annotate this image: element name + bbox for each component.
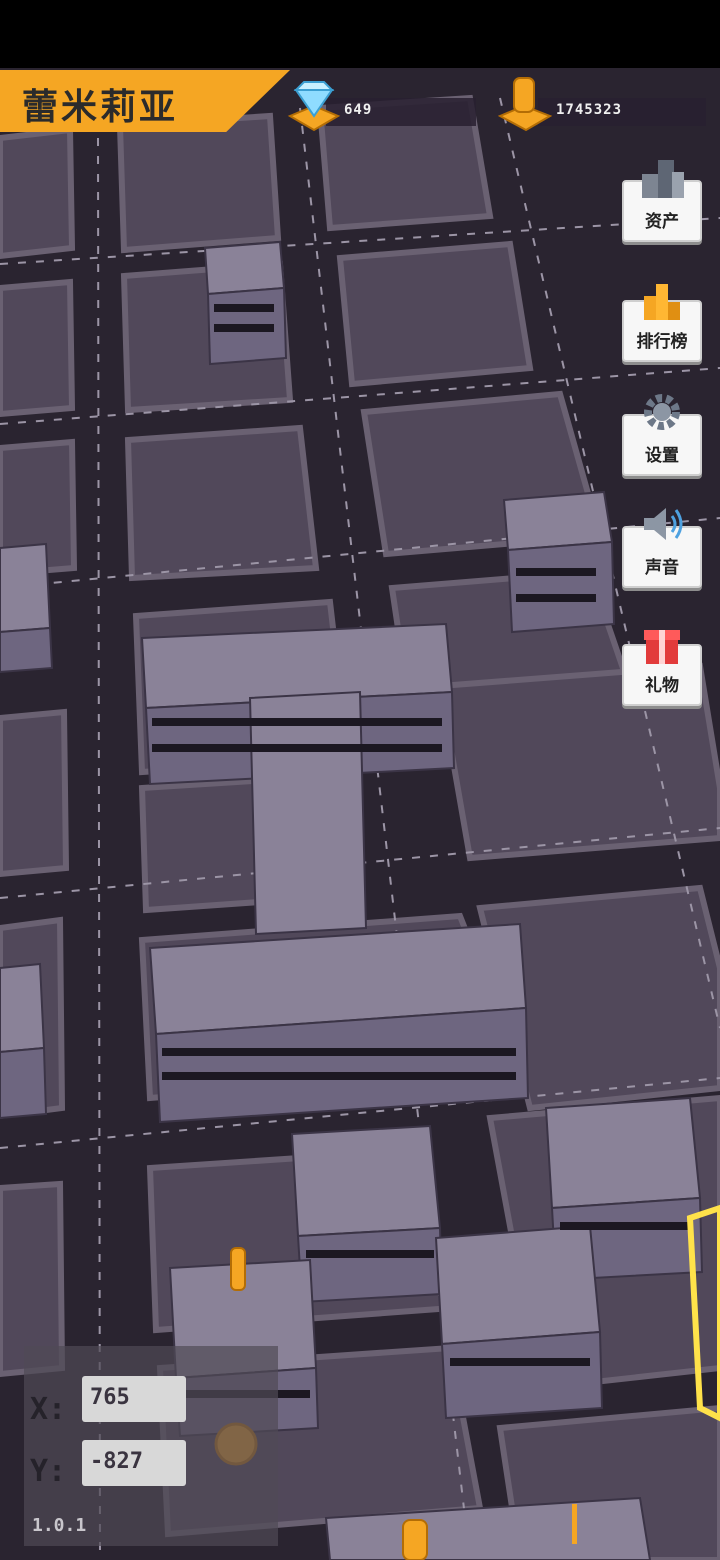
- leaderboard-label: 排行榜: [636, 332, 688, 352]
- coin-pickup: [230, 1247, 246, 1291]
- building: [290, 1124, 444, 1304]
- sound-label: 声音: [645, 558, 679, 578]
- gem-counter: 649: [286, 81, 486, 132]
- version-label: 1.0.1: [32, 1515, 87, 1536]
- gear-icon: [644, 394, 680, 430]
- building: [203, 240, 288, 366]
- settings-label: 设置: [645, 446, 679, 466]
- trophy-bars-icon: [644, 284, 680, 320]
- coin-pickup: [402, 1519, 428, 1560]
- coin-pickup: [572, 1504, 577, 1544]
- assets-label: 资产: [645, 212, 679, 232]
- x-label: X:: [30, 1392, 67, 1427]
- sound-button[interactable]: 声音: [622, 508, 702, 588]
- x-coordinate: 765: [82, 1376, 186, 1422]
- coin-count: 1745323: [556, 102, 623, 118]
- gift-label: 礼物: [645, 676, 679, 696]
- coin-icon: [498, 77, 553, 132]
- building: [434, 1224, 604, 1420]
- settings-button[interactable]: 设置: [622, 394, 702, 476]
- x-value: 765: [90, 1385, 130, 1410]
- building: [0, 542, 54, 674]
- assets-button[interactable]: 资产: [622, 160, 702, 242]
- gift-box-icon: [644, 630, 680, 664]
- player-name: 蕾米莉亚: [22, 87, 179, 128]
- building: [248, 690, 368, 936]
- building: [502, 490, 616, 634]
- coin-counter: 1745323: [498, 77, 708, 132]
- gift-button[interactable]: 礼物: [622, 630, 702, 706]
- building: [148, 922, 530, 1124]
- building: [0, 962, 48, 1120]
- city-map[interactable]: [0, 68, 720, 1560]
- y-coordinate: -827: [82, 1440, 186, 1486]
- leaderboard-button[interactable]: 排行榜: [622, 284, 702, 362]
- y-label: Y:: [30, 1454, 67, 1489]
- coordinate-panel: X: 765 Y: -827 1.0.1: [24, 1346, 278, 1546]
- speaker-icon: [644, 508, 683, 540]
- diamond-icon: [287, 81, 341, 132]
- status-bar: [0, 0, 720, 68]
- buildings-icon: [642, 160, 684, 198]
- gem-count: 649: [344, 102, 373, 118]
- y-value: -827: [90, 1449, 143, 1474]
